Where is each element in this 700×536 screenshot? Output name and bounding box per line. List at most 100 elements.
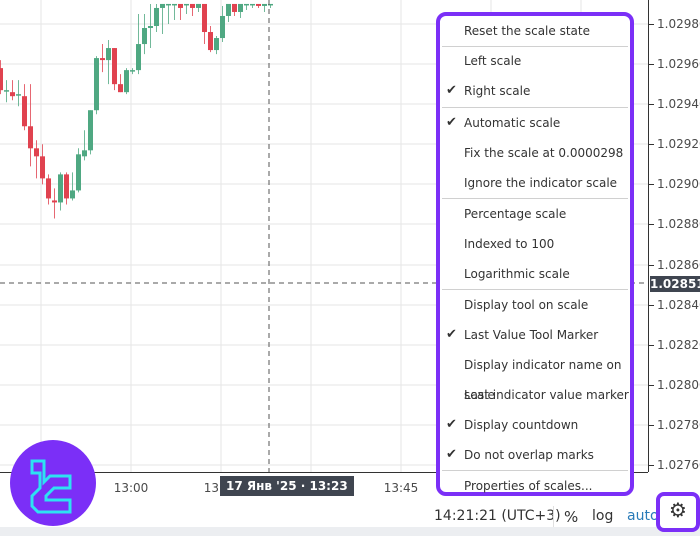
- menu-item-display-indicator-name-on-scale[interactable]: Display indicator name on scale: [440, 350, 630, 402]
- candle-body: [226, 3, 231, 16]
- candle-body: [16, 94, 21, 96]
- menu-item-label: Display countdown: [464, 418, 579, 432]
- candle-body: [238, 3, 243, 12]
- candle-body: [100, 58, 105, 61]
- menu-item-display-tool-on-scale[interactable]: Display tool on scale: [440, 290, 630, 320]
- crosshair-time-label: 17 Янв '25 · 13:23: [220, 476, 354, 496]
- price-tick-mark: [649, 144, 654, 145]
- menu-separator: [442, 46, 628, 47]
- settings-button[interactable]: ⚙: [656, 492, 700, 532]
- price-tick-mark: [649, 184, 654, 185]
- brand-logo: [10, 440, 96, 526]
- candle-body: [88, 110, 93, 151]
- candle-body: [250, 3, 255, 6]
- candle-body: [244, 3, 249, 6]
- menu-item-label: Percentage scale: [464, 207, 567, 221]
- candle-body: [232, 3, 237, 12]
- menu-item-label: Last Value Tool Marker: [464, 328, 599, 342]
- price-tick-label: 1.02880: [657, 217, 700, 231]
- candle-body: [142, 28, 147, 45]
- price-tick-mark: [649, 64, 654, 65]
- candle-body: [52, 200, 57, 203]
- candle-body: [124, 70, 129, 93]
- menu-item-label: Logarithmic scale: [464, 267, 570, 281]
- price-tick-label: 1.02760: [657, 458, 700, 472]
- checkmark-icon: ✔: [446, 447, 457, 462]
- menu-item-label: Reset the scale state: [464, 24, 590, 38]
- menu-item-reset-the-scale-state[interactable]: Reset the scale state: [440, 16, 630, 46]
- log-toggle[interactable]: log: [592, 508, 613, 524]
- logo-glyph-icon: [30, 459, 72, 514]
- gear-icon: ⚙: [669, 498, 687, 522]
- menu-item-indexed-to-100[interactable]: Indexed to 100: [440, 229, 630, 259]
- clock-timezone[interactable]: 14:21:21 (UTC+3): [434, 508, 561, 524]
- candle-body: [136, 44, 141, 71]
- candle-body: [22, 96, 27, 127]
- candle-body: [0, 68, 3, 91]
- menu-item-do-not-overlap-marks[interactable]: ✔ Do not overlap marks: [440, 440, 630, 470]
- price-tick-label: 1.02800: [657, 378, 700, 392]
- menu-item-fix-the-scale-at-0-0000298[interactable]: Fix the scale at 0.0000298: [440, 138, 630, 168]
- candle-body: [256, 3, 261, 6]
- price-tick-mark: [649, 265, 654, 266]
- menu-item-logarithmic-scale[interactable]: Logarithmic scale: [440, 259, 630, 289]
- menu-item-last-indicator-value-marker[interactable]: Last indicator value marker: [440, 380, 630, 410]
- price-axis[interactable]: 1.02980 1.02960 1.02940 1.02920 1.02900 1.028…: [648, 0, 700, 472]
- price-tick-mark: [649, 465, 654, 466]
- scale-context-menu: Reset the scale state Left scale ✔ Right sc…: [436, 12, 634, 496]
- candle-body: [148, 26, 153, 29]
- menu-item-label: Display tool on scale: [464, 298, 589, 312]
- percent-toggle[interactable]: %: [564, 508, 578, 526]
- menu-item-label: Automatic scale: [464, 116, 561, 130]
- price-tick-label: 1.02980: [657, 17, 700, 31]
- candle-body: [166, 3, 171, 6]
- candle-body: [46, 178, 51, 199]
- candle-body: [130, 70, 135, 72]
- menu-item-label: Indexed to 100: [464, 237, 555, 251]
- candle-body: [196, 3, 201, 8]
- price-tick-label: 1.02920: [657, 137, 700, 151]
- price-tick-mark: [649, 345, 654, 346]
- price-tick-label: 1.02900: [657, 177, 700, 191]
- candle-body: [28, 126, 33, 149]
- menu-item-percentage-scale[interactable]: Percentage scale: [440, 199, 630, 229]
- candle-body: [112, 48, 117, 85]
- menu-item-right-scale[interactable]: ✔ Right scale: [440, 76, 630, 106]
- menu-item-ignore-the-indicator-scale[interactable]: Ignore the indicator scale: [440, 168, 630, 198]
- menu-item-automatic-scale[interactable]: ✔ Automatic scale: [440, 108, 630, 138]
- candle-body: [178, 3, 183, 8]
- menu-item-label: Last indicator value marker: [464, 388, 629, 402]
- menu-item-last-value-tool-marker[interactable]: ✔ Last Value Tool Marker: [440, 320, 630, 350]
- price-tick-mark: [649, 305, 654, 306]
- candle-body: [94, 58, 99, 111]
- time-tick-label: 13:45: [383, 481, 419, 495]
- time-tick-label: 13:00: [113, 481, 149, 495]
- menu-item-label: Left scale: [464, 54, 522, 68]
- checkmark-icon: ✔: [446, 83, 457, 98]
- price-tick-label: 1.02820: [657, 338, 700, 352]
- price-tick-mark: [649, 425, 654, 426]
- price-tick-mark: [649, 24, 654, 25]
- candle-body: [214, 38, 219, 51]
- candle-body: [106, 48, 111, 61]
- menu-item-properties-of-scales[interactable]: Properties of scales...: [440, 471, 630, 501]
- candle-body: [184, 3, 189, 6]
- candle-body: [172, 3, 177, 6]
- menu-item-label: Properties of scales...: [464, 479, 593, 493]
- checkmark-icon: ✔: [446, 115, 457, 130]
- candle-body: [154, 7, 159, 27]
- auto-toggle[interactable]: auto: [627, 508, 659, 524]
- bottom-strip: [0, 527, 700, 536]
- candle-body: [82, 150, 87, 157]
- last-price-marker: 1.02851: [650, 276, 700, 292]
- candle-body: [40, 156, 45, 179]
- menu-item-left-scale[interactable]: Left scale: [440, 46, 630, 76]
- menu-item-label: Do not overlap marks: [464, 448, 594, 462]
- menu-item-display-countdown[interactable]: ✔ Display countdown: [440, 410, 630, 440]
- menu-separator: [442, 107, 628, 108]
- menu-separator: [442, 470, 628, 471]
- candle-body: [202, 3, 207, 33]
- price-tick-mark: [649, 385, 654, 386]
- candle-body: [64, 174, 69, 199]
- price-tick-label: 1.02780: [657, 418, 700, 432]
